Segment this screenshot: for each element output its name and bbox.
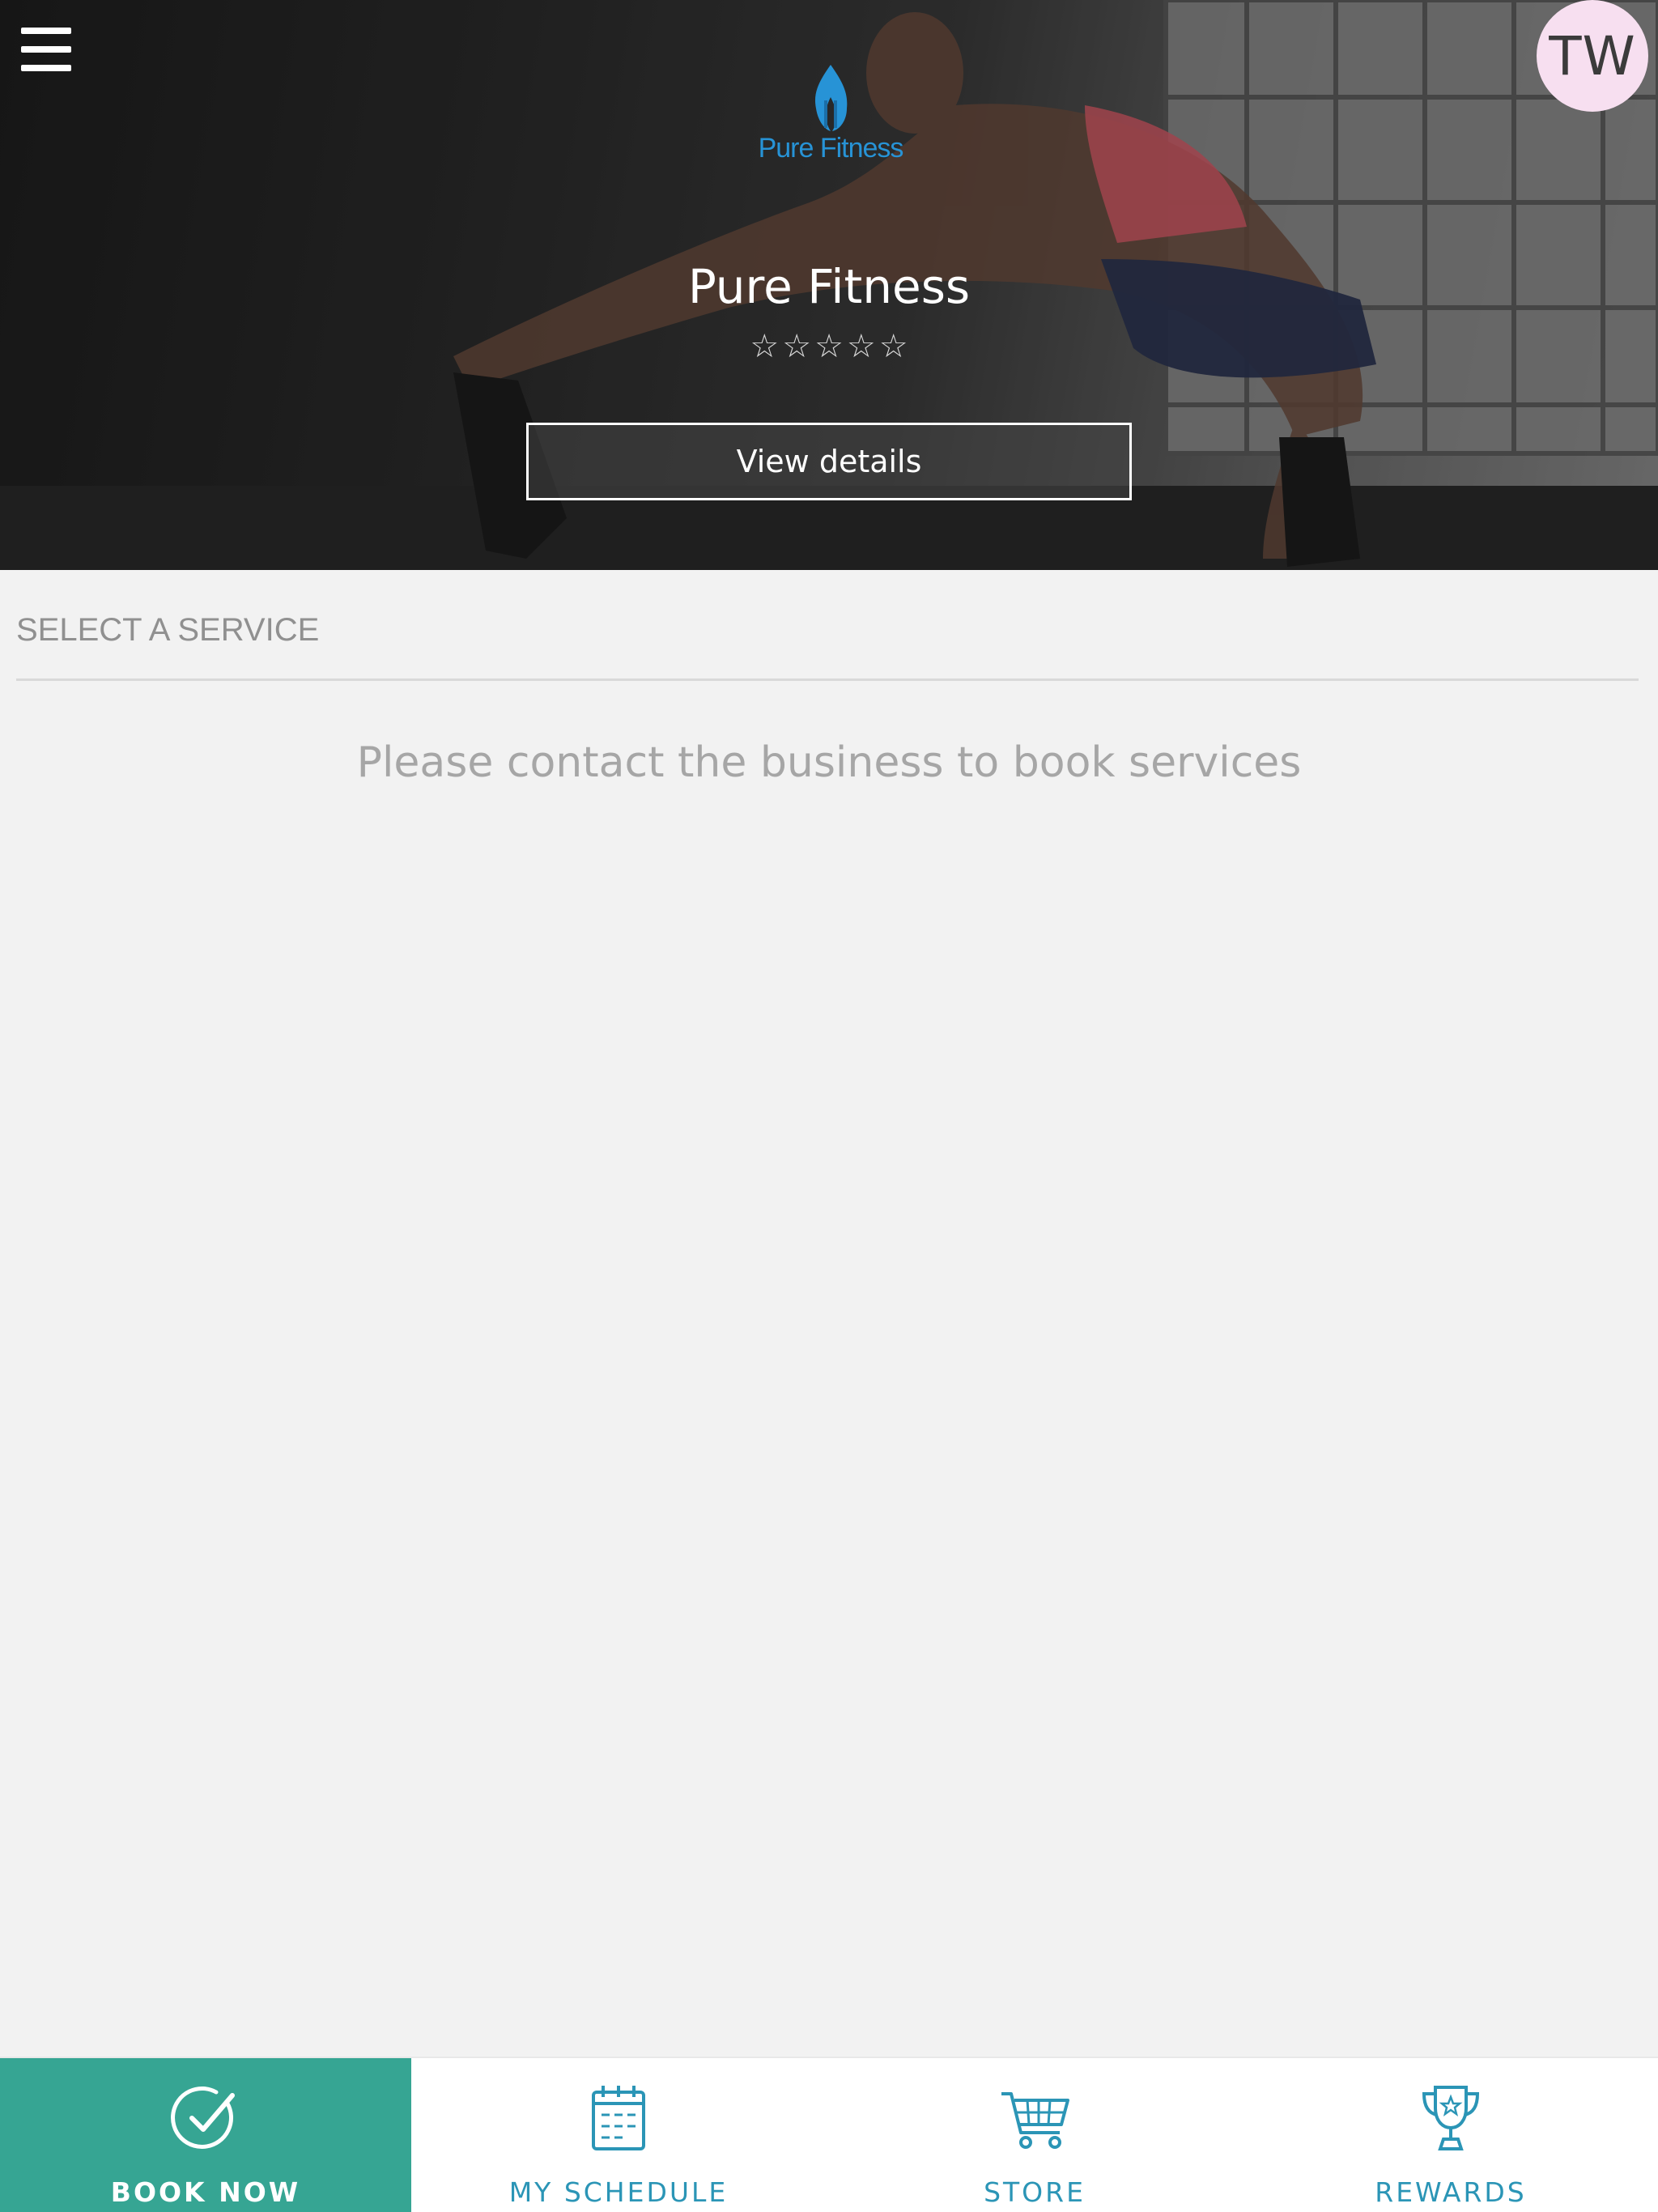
star-icon: ☆ (846, 329, 876, 364)
star-icon: ☆ (782, 329, 812, 364)
bottom-nav: BOOK NOW MY SCHEDULE STORE REWARDS (0, 2057, 1658, 2212)
view-details-button[interactable]: View details (526, 423, 1132, 500)
logo-text: Pure Fitness (758, 133, 904, 164)
check-circle-icon (171, 2087, 235, 2149)
trophy-icon (1422, 2086, 1480, 2150)
star-icon: ☆ (814, 329, 844, 364)
calendar-icon (592, 2086, 645, 2150)
hamburger-menu-icon[interactable] (18, 23, 74, 76)
section-title: SELECT A SERVICE (16, 612, 320, 648)
user-avatar[interactable]: TW (1537, 0, 1648, 112)
star-icon: ☆ (878, 329, 908, 364)
nav-label: BOOK NOW (110, 2176, 301, 2208)
section-divider (16, 678, 1639, 681)
flame-logo-icon (814, 65, 848, 131)
nav-my-schedule[interactable]: MY SCHEDULE (411, 2058, 826, 2212)
business-name: Pure Fitness (687, 259, 971, 314)
nav-label: REWARDS (1375, 2176, 1527, 2208)
rating-stars: ☆ ☆ ☆ ☆ ☆ (708, 330, 950, 363)
nav-rewards[interactable]: REWARDS (1244, 2058, 1658, 2212)
nav-label: MY SCHEDULE (508, 2176, 729, 2208)
cart-icon (1001, 2092, 1069, 2149)
nav-book-now[interactable]: BOOK NOW (0, 2058, 411, 2212)
nav-label: STORE (984, 2176, 1086, 2208)
empty-state-message: Please contact the business to book serv… (356, 738, 1302, 787)
business-logo: Pure Fitness (742, 62, 920, 167)
star-icon: ☆ (750, 329, 780, 364)
nav-store[interactable]: STORE (826, 2058, 1244, 2212)
hero-banner: TW Pure Fitness Pure Fitness ☆ ☆ ☆ ☆ ☆ V… (0, 0, 1658, 570)
